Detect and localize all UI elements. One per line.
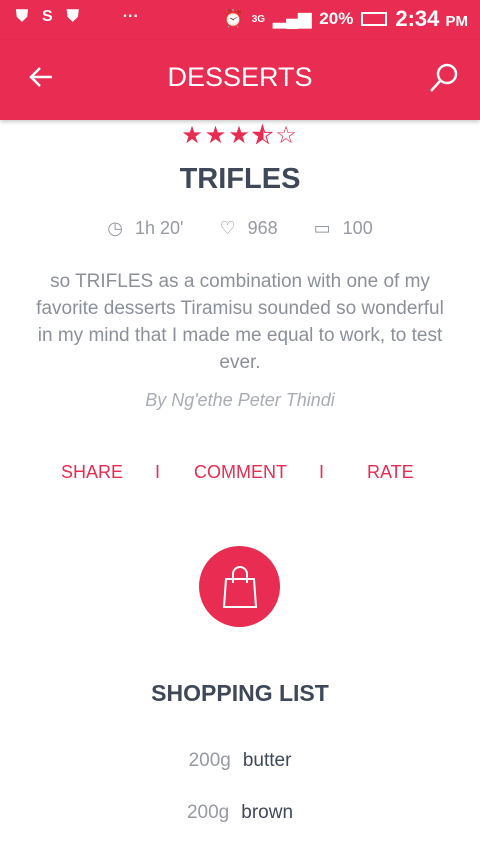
recipe-author: By Ng'ethe Peter Thindi [145,390,335,410]
recipe-title: TRIFLES [179,163,301,195]
likes-count: 968 [247,218,278,238]
network-label: 3G [251,13,266,25]
list-item: 200g butter [0,750,480,772]
shopping-bag-button[interactable] [199,546,280,627]
more-notifications-icon: ··· [122,8,139,25]
separator: I [319,462,325,482]
star-half-icon: ★ [251,122,276,150]
item-quantity: 200g [188,750,231,771]
alarm-icon: ⏰ [222,9,244,28]
status-bar: ⛊ S ⛊ ··· ⏰ 3G ▂▄▆ 20% 2:34 PM [0,0,480,40]
comment-icon[interactable]: ▭ [314,218,331,238]
heart-icon[interactable]: ♡ [219,218,235,238]
battery-icon [361,12,388,26]
app-bar: DESSERTS [0,40,480,120]
clock: 2:34 [395,6,440,31]
page-title: DESSERTS [167,62,313,92]
star-full-icon: ★ [228,122,252,149]
recipe-description: so TRIFLES as a combination with one of … [36,271,444,373]
search-icon[interactable] [428,62,460,99]
battery-percent: 20% [319,9,354,28]
shield-icon: ⛊ [66,8,79,25]
cook-time: 1h 20' [134,218,184,238]
share-button[interactable]: SHARE [61,462,123,483]
star-empty-icon: ☆ [275,122,299,149]
rate-button[interactable]: RATE [367,462,414,483]
shield-icon: ⛊ [16,8,29,25]
item-name: butter [242,750,292,771]
shopping-list-title: SHOPPING LIST [151,680,329,706]
rating-stars[interactable]: ★★★★☆ [0,121,480,150]
list-item: 200g brown [0,802,480,824]
shopping-bag-icon [222,565,257,608]
clock-ampm: PM [445,13,469,30]
comment-button[interactable]: COMMENT [194,462,287,483]
separator: I [155,462,161,482]
app-s-icon: S [42,8,53,25]
comments-count: 100 [342,218,373,238]
item-quantity: 200g [186,802,230,823]
signal-icon: ▂▄▆ [273,9,312,28]
clock-icon: ◷ [107,218,123,238]
star-full-icon: ★ [181,122,205,149]
star-full-icon: ★ [204,122,229,149]
item-name: brown [241,802,294,823]
